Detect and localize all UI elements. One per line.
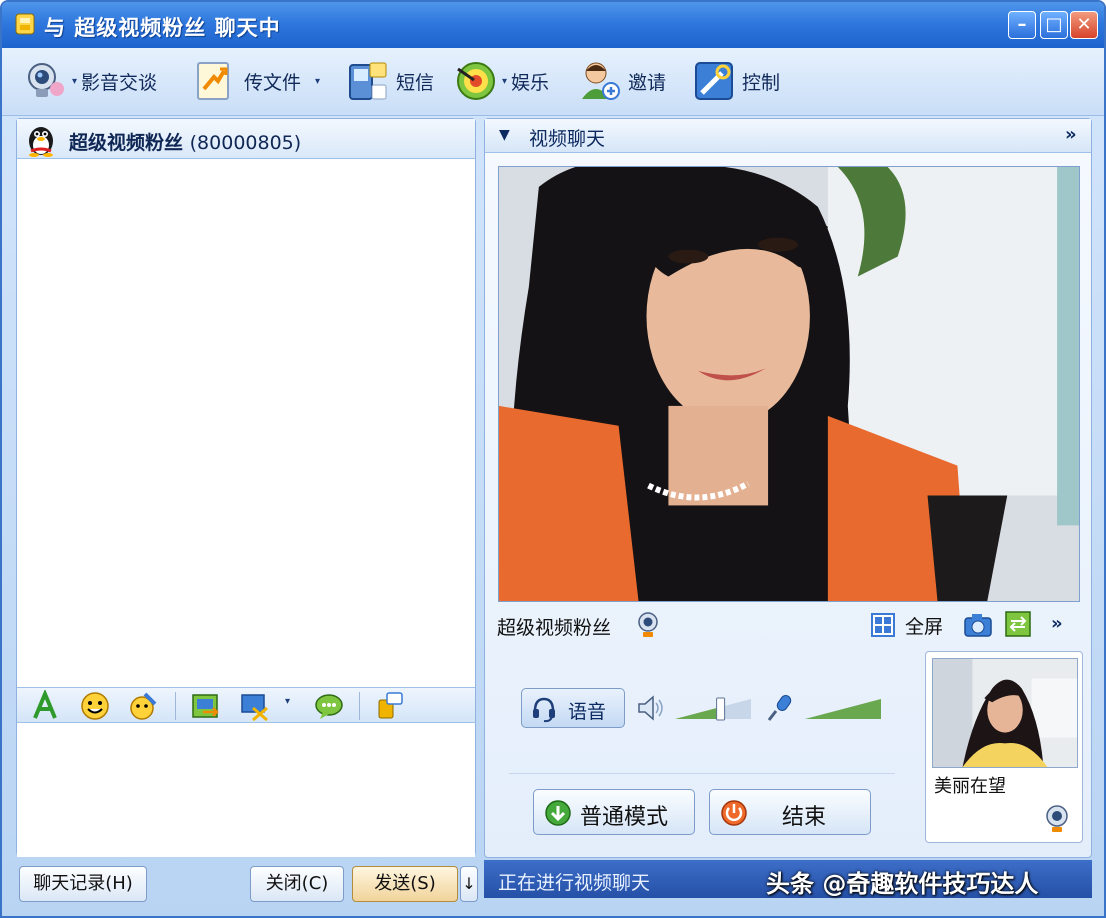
toolbar-entertainment[interactable]: ▾ 娱乐 <box>454 58 549 104</box>
mobile-sms-icon <box>349 62 387 100</box>
contact-nickname: 超级视频粉丝 <box>69 132 184 154</box>
voice-button[interactable]: 语音 <box>521 688 625 728</box>
toolbar-label: 短信 <box>396 71 435 94</box>
close-window-button[interactable]: ✕ <box>1070 11 1098 39</box>
message-input[interactable] <box>17 723 475 857</box>
expand-panel-button[interactable]: » <box>1065 124 1077 145</box>
voice-label: 语音 <box>568 701 607 723</box>
av-chat-dropdown-caret[interactable]: ▾ <box>72 76 77 87</box>
contact-name: 超级视频粉丝 (80000805) <box>69 128 301 155</box>
chat-panel: 超级视频粉丝 (80000805) ▾ <box>16 118 476 857</box>
layout-grid-icon[interactable] <box>871 613 895 637</box>
microphone-icon[interactable] <box>765 693 795 723</box>
toolbar-av-chat[interactable]: ▾ 影音交谈 <box>24 58 157 104</box>
message-mode-icon[interactable] <box>373 690 405 722</box>
normal-mode-button[interactable]: 普通模式 <box>533 789 695 835</box>
close-button[interactable]: 关闭(C) <box>250 866 344 902</box>
end-call-button[interactable]: 结束 <box>709 789 871 835</box>
maximize-button[interactable]: □ <box>1040 11 1068 39</box>
swap-video-icon[interactable] <box>1005 611 1031 637</box>
webcam-small-icon <box>638 612 658 637</box>
video-info-bar: 超级视频粉丝 全屏 » <box>485 605 1091 643</box>
toolbar-label: 控制 <box>742 71 781 94</box>
self-user-name: 美丽在望 <box>934 776 1006 797</box>
voice-controls: 语音 普通模式 结束 <box>485 643 915 857</box>
speaker-icon[interactable] <box>635 693 665 723</box>
more-video-options-button[interactable]: » <box>1051 613 1063 634</box>
status-text: 正在进行视频聊天 <box>498 872 651 894</box>
watermark-overlay: 头条 @奇趣软件技巧达人 <box>766 870 1039 898</box>
file-transfer-dropdown-caret[interactable]: ▾ <box>315 76 320 87</box>
chat-window: 与 超级视频粉丝 聊天中 – □ ✕ ▾ 影音交谈 传文件 ▾ 短信 ▾ 娱乐 … <box>0 0 1106 918</box>
title-bar[interactable]: 与 超级视频粉丝 聊天中 – □ ✕ <box>2 2 1104 48</box>
power-icon <box>721 800 747 826</box>
remote-video-feed <box>499 167 1079 601</box>
toolbar-label: 影音交谈 <box>81 71 158 94</box>
toolbar-remote-control[interactable]: 控制 <box>692 58 780 104</box>
download-arrow-icon <box>545 800 571 826</box>
fullscreen-button[interactable]: 全屏 <box>905 612 943 639</box>
snapshot-camera-icon[interactable] <box>963 611 993 639</box>
file-transfer-icon <box>197 62 229 100</box>
chat-bubble-icon[interactable] <box>313 690 345 722</box>
microphone-volume-slider[interactable] <box>805 695 881 723</box>
controls-divider <box>509 773 895 774</box>
format-separator <box>359 692 360 720</box>
send-button[interactable]: 发送(S) <box>352 866 458 902</box>
speaker-volume-slider[interactable] <box>675 695 751 723</box>
toolbar-label: 娱乐 <box>511 71 550 94</box>
target-icon <box>457 62 495 100</box>
video-panel-title: 视频聊天 <box>529 128 606 150</box>
minimize-button[interactable]: – <box>1008 11 1036 39</box>
remote-video[interactable] <box>498 166 1080 602</box>
screen-capture-icon[interactable] <box>239 690 271 722</box>
video-panel-header: ▼ 视频聊天 » <box>485 119 1091 153</box>
chat-history-button[interactable]: 聊天记录(H) <box>19 866 147 902</box>
font-icon[interactable] <box>29 690 61 722</box>
magic-emoticon-icon[interactable] <box>127 690 159 722</box>
microphone-volume-track <box>805 699 881 719</box>
capture-dropdown-caret[interactable]: ▾ <box>285 696 290 707</box>
webcam-icon <box>28 63 64 97</box>
self-video-panel: 美丽在望 <box>925 651 1083 843</box>
normal-mode-label: 普通模式 <box>580 805 669 830</box>
message-history-area[interactable] <box>17 159 475 687</box>
contact-qq-number: (80000805) <box>189 132 302 154</box>
collapse-arrow[interactable]: ▼ <box>499 127 510 143</box>
remote-control-icon <box>695 62 733 100</box>
self-video-feed <box>933 659 1077 767</box>
speaker-volume-track <box>675 697 751 721</box>
format-separator <box>175 692 176 720</box>
self-webcam-icon[interactable] <box>1044 804 1070 834</box>
main-toolbar: ▾ 影音交谈 传文件 ▾ 短信 ▾ 娱乐 邀请 控制 <box>2 48 1104 116</box>
contact-header: 超级视频粉丝 (80000805) <box>17 119 475 159</box>
self-video[interactable] <box>932 658 1078 768</box>
emoticon-icon[interactable] <box>79 690 111 722</box>
send-options-button[interactable]: ↓ <box>460 866 478 902</box>
qq-penguin-avatar-icon[interactable] <box>23 121 59 157</box>
screenshot-icon[interactable] <box>189 690 221 722</box>
toolbar-file-transfer[interactable]: 传文件 ▾ <box>192 58 324 104</box>
qq-app-icon <box>15 13 35 35</box>
toolbar-sms[interactable]: 短信 <box>346 58 434 104</box>
format-toolbar: ▾ <box>17 687 475 723</box>
entertainment-dropdown-caret[interactable]: ▾ <box>502 76 507 87</box>
video-chat-panel: ▼ 视频聊天 » 超级视频粉丝 全屏 » 语音 普通模式 结束 美丽在望 <box>484 118 1092 858</box>
headset-icon <box>533 697 555 723</box>
invite-user-icon <box>582 62 620 100</box>
toolbar-label: 传文件 <box>244 71 302 94</box>
toolbar-label: 邀请 <box>628 71 667 94</box>
remote-user-name: 超级视频粉丝 <box>497 617 612 639</box>
window-title: 与 超级视频粉丝 聊天中 <box>44 16 281 40</box>
toolbar-invite[interactable]: 邀请 <box>578 58 666 104</box>
end-call-label: 结束 <box>782 805 827 830</box>
